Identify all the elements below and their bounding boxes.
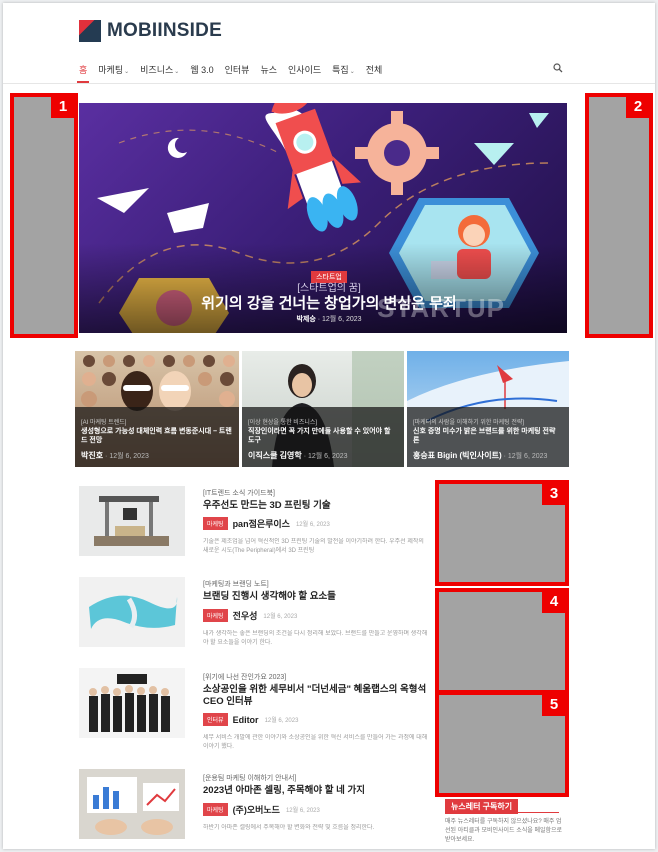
logo-text: MOBIINSIDE [107, 20, 222, 41]
article-meta: 마케팅 pan점은루이스 12월 6, 2023 [203, 517, 330, 530]
card-title[interactable]: 생성형으로 가능성 대체인력 흐름 변동준시대 – 트랜드 전망 [81, 427, 233, 445]
nav-item[interactable]: 뉴스 [260, 63, 277, 76]
ad-slot-3: 3 [435, 480, 569, 586]
category-badge[interactable]: 마케팅 [203, 803, 228, 816]
article-date: 12월 6, 2023 [264, 718, 299, 724]
category-badge[interactable]: 마케팅 [203, 517, 228, 530]
article-title[interactable]: 우주선도 만드는 3D 프린팅 기술 [203, 500, 428, 512]
nav-item-label: 인터뷰 [224, 65, 250, 75]
card-category: [이상 현상을 통한 비즈니스] [248, 420, 318, 426]
3d-printer-image [94, 496, 169, 546]
article-excerpt: 세무 서비스 개발에 관한 이야기와 소상공인을 위한 혁신 서비스를 만들어 … [203, 735, 428, 750]
article-meta: 마케팅 (주)오버노드 12월 6, 2023 [203, 803, 320, 816]
ad-slot-2: 2 [585, 93, 653, 338]
article-category[interactable]: [IT트렌드 소식 가이드북] [203, 488, 275, 498]
article-thumbnail[interactable] [79, 769, 185, 839]
article-date: 12월 6, 2023 [295, 522, 330, 528]
article-meta: 인터뷰 Editor 12월 6, 2023 [203, 713, 298, 726]
logo-mark-icon [79, 20, 101, 42]
article-title[interactable]: 2023년 아마존 셀링, 주목해야 할 네 가지 [203, 785, 428, 797]
ad-number: 1 [51, 96, 75, 118]
article-thumbnail[interactable] [79, 577, 185, 647]
chevron-down-icon: ⌄ [174, 69, 180, 75]
nav-item-label: 전체 [365, 65, 383, 75]
card-title[interactable]: 직장인이라면 꼭 가지 만에들 사용할 수 있어야 할 도구 [248, 427, 398, 445]
category-badge[interactable]: 마케팅 [203, 609, 228, 622]
nav-item-label: 홈 [79, 65, 88, 75]
main-nav: 홈 마케팅⌄ 비즈니스⌄ 웹 3.0 인터뷰 뉴스 인사이드 특집⌄ 전체 [76, 63, 393, 83]
nav-item[interactable]: 웹 3.0 [190, 63, 213, 76]
chevron-down-icon: ⌄ [124, 69, 130, 75]
nav-item[interactable]: 인사이드 [288, 63, 321, 76]
page: MOBIINSIDE 홈 마케팅⌄ 비즈니스⌄ 웹 3.0 인터뷰 뉴스 인사이드 특집⌄ 전체 [3, 3, 655, 849]
featured-card[interactable]: [마케터의 사람을 이해하기 위한 마케팅 전략] 신호 증명 미수가 밝은 브… [407, 351, 569, 467]
article-category[interactable]: [위기에 나선 잔인가요 2023] [203, 672, 286, 682]
article-author[interactable]: Editor [233, 715, 259, 725]
featured-card[interactable]: [AI 마케팅 트렌드] 생성형으로 가능성 대체인력 흐름 변동준시대 – 트… [75, 351, 239, 467]
hero-author[interactable]: 박제승 [296, 316, 315, 323]
nav-item-label: 마케팅 [98, 65, 124, 75]
card-meta: 홍승표 Bigin (빅인사이트) · 12월 6, 2023 [413, 451, 548, 460]
nav-item-label: 뉴스 [260, 65, 278, 75]
card-date: 12월 6, 2023 [507, 453, 548, 460]
ad-number: 4 [542, 591, 566, 613]
ad-number: 3 [542, 483, 566, 505]
ad-slot-4: 4 [435, 588, 569, 694]
card-author[interactable]: 이직스쿨 김영학 [248, 451, 302, 460]
article-author[interactable]: pan점은루이스 [233, 517, 290, 530]
article-thumbnail[interactable] [79, 668, 185, 738]
card-author[interactable]: 홍승표 Bigin (빅인사이트) [413, 451, 502, 460]
ad-number: 5 [542, 694, 566, 716]
chevron-down-icon: ⌄ [349, 69, 355, 75]
article-title[interactable]: 소상공인을 위한 세무비서 "더넌세금" 혜움랩스의 옥형석 CEO 인터뷰 [203, 684, 428, 708]
article-title[interactable]: 브랜딩 진행시 생각해야 할 요소들 [203, 591, 428, 603]
card-date: 12월 6, 2023 [307, 453, 348, 460]
card-author[interactable]: 박진호 [81, 451, 103, 460]
ad-slot-1: 1 [10, 93, 78, 338]
article-author[interactable]: 전우성 [233, 609, 258, 622]
nav-item-label: 비즈니스 [140, 65, 174, 75]
newsletter-text: 매주 뉴스레터를 구독하지 않으셨나요? 매주 엄선된 아티클과 모비인사이드 … [445, 819, 563, 843]
article-date: 12월 6, 2023 [285, 808, 320, 814]
card-meta: 이직스쿨 김영학 · 12월 6, 2023 [248, 451, 348, 460]
card-meta: 박진호 · 12월 6, 2023 [81, 451, 149, 460]
nav-item[interactable]: 인터뷰 [225, 63, 250, 76]
charts-desk-image [87, 777, 179, 835]
article-date: 12월 6, 2023 [263, 614, 298, 620]
article-category[interactable]: [운용팀 마케팅 이해하기 안내서] [203, 773, 296, 783]
nav-item[interactable]: 비즈니스⌄ [140, 63, 179, 76]
nav-item[interactable]: 홈 [76, 63, 90, 83]
card-title[interactable]: 신호 증명 미수가 밝은 브랜드를 위한 마케팅 전략 론 [413, 427, 563, 445]
featured-card[interactable]: [이상 현상을 통한 비즈니스] 직장인이라면 꼭 가지 만에들 사용할 수 있… [242, 351, 404, 467]
nav-item[interactable]: 특집⌄ [332, 63, 355, 76]
article-author[interactable]: (주)오버노드 [233, 803, 280, 816]
ad-number: 2 [626, 96, 650, 118]
search-icon[interactable] [553, 63, 563, 73]
ad-slot-5: 5 [435, 691, 569, 797]
card-date: 12월 6, 2023 [109, 453, 149, 460]
site-logo[interactable]: MOBIINSIDE [79, 20, 222, 42]
hero-meta: 박제승 · 12월 6, 2023 [296, 316, 362, 323]
nav-item[interactable]: 마케팅⌄ [98, 63, 129, 76]
hero-title[interactable]: 위기의 강을 건너는 창업가의 변심은 무죄 [3, 292, 655, 313]
article-meta: 마케팅 전우성 12월 6, 2023 [203, 609, 297, 622]
nav-item-label: 특집 [332, 65, 349, 75]
card-category: [AI 마케팅 트렌드] [81, 420, 127, 426]
article-category[interactable]: [마케팅과 브랜딩 노트] [203, 579, 269, 589]
nav-item-label: 웹 3.0 [190, 65, 214, 75]
hero-date: 12월 6, 2023 [322, 316, 362, 323]
article-thumbnail[interactable] [79, 486, 185, 556]
article-excerpt: 하반기 아마존 셀링에서 주목해야 할 변화와 전략 및 흐름을 정리한다. [203, 825, 375, 831]
newsletter-divider [445, 812, 559, 813]
header-divider [3, 83, 655, 84]
article-excerpt: 내가 생각하는 좋은 브랜딩의 조건을 다시 정리해 보았다. 브랜드를 만들고… [203, 631, 428, 646]
card-category: [마케터의 사람을 이해하기 위한 마케팅 전략] [413, 420, 525, 426]
ribbon-image [89, 595, 178, 629]
group-photo-image [89, 674, 170, 732]
nav-item-label: 인사이드 [288, 65, 322, 75]
nav-item[interactable]: 전체 [366, 63, 383, 76]
category-badge[interactable]: 인터뷰 [203, 713, 228, 726]
article-excerpt: 기술은 제조업을 넘어 혁신적인 3D 프린팅 기술의 발전을 이야기하려 한다… [203, 539, 424, 554]
